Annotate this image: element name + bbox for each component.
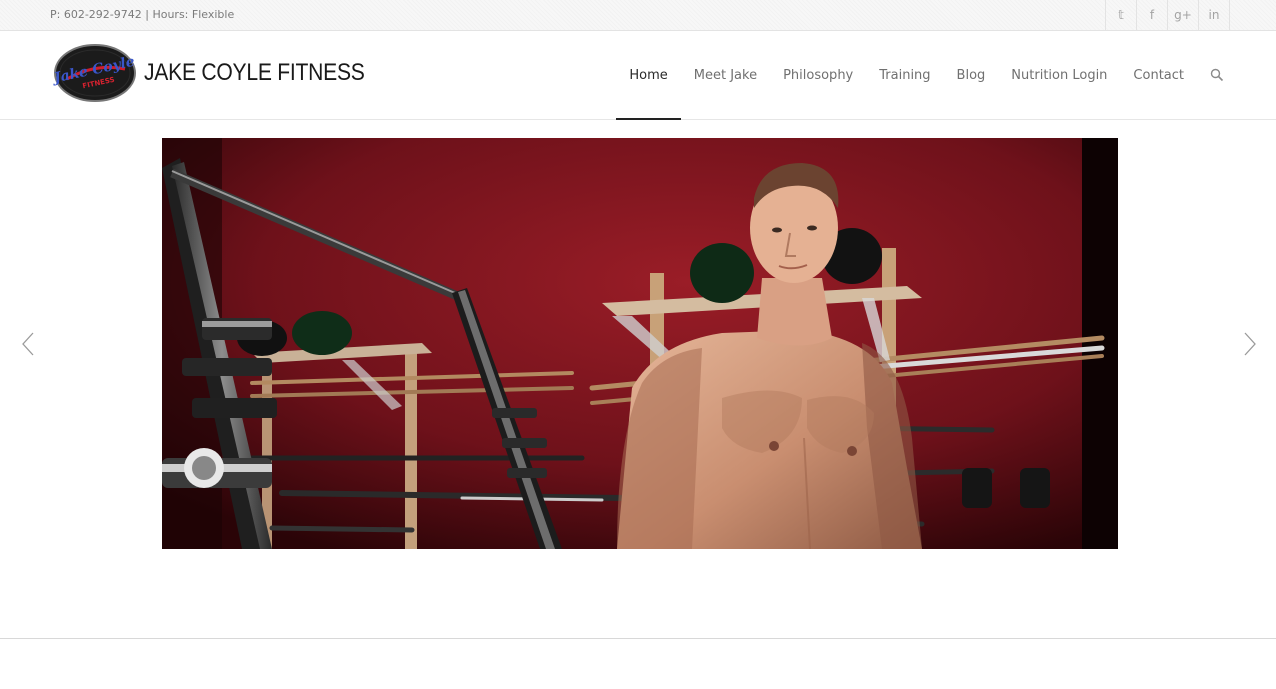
logo-emblem: Jake Coyle FITNESS	[50, 44, 136, 102]
slider-prev-arrow[interactable]	[18, 328, 38, 360]
nav-nutrition-login[interactable]: Nutrition Login	[998, 31, 1120, 119]
logo[interactable]: Jake Coyle FITNESS	[50, 43, 137, 103]
chevron-left-icon	[22, 332, 34, 356]
slider-next-arrow[interactable]	[1240, 328, 1260, 360]
nav-blog[interactable]: Blog	[944, 31, 999, 119]
site-header: Jake Coyle FITNESS JAKE COYLE FITNESS Ho…	[0, 31, 1276, 120]
nav-training[interactable]: Training	[866, 31, 943, 119]
main-nav: Home Meet Jake Philosophy Training Blog …	[616, 31, 1230, 120]
nav-home[interactable]: Home	[616, 31, 682, 120]
nav-meet-jake[interactable]: Meet Jake	[681, 31, 770, 119]
google-plus-icon[interactable]: g+	[1167, 0, 1198, 30]
hero-slide-image	[162, 138, 1118, 549]
brand-name[interactable]: JAKE COYLE FITNESS	[144, 59, 365, 87]
facebook-icon[interactable]: f	[1136, 0, 1167, 30]
top-info-bar: P: 602-292-9742 | Hours: Flexible 𝕥 f g+…	[0, 0, 1276, 31]
contact-info: P: 602-292-9742 | Hours: Flexible	[50, 8, 235, 21]
twitter-icon[interactable]: 𝕥	[1105, 0, 1136, 30]
nav-contact[interactable]: Contact	[1120, 31, 1197, 119]
chevron-right-icon	[1244, 332, 1256, 356]
social-icons: 𝕥 f g+ in	[1105, 0, 1230, 30]
search-icon[interactable]	[1197, 31, 1230, 119]
section-divider	[0, 638, 1276, 639]
linkedin-icon[interactable]: in	[1198, 0, 1230, 30]
nav-philosophy[interactable]: Philosophy	[770, 31, 866, 119]
